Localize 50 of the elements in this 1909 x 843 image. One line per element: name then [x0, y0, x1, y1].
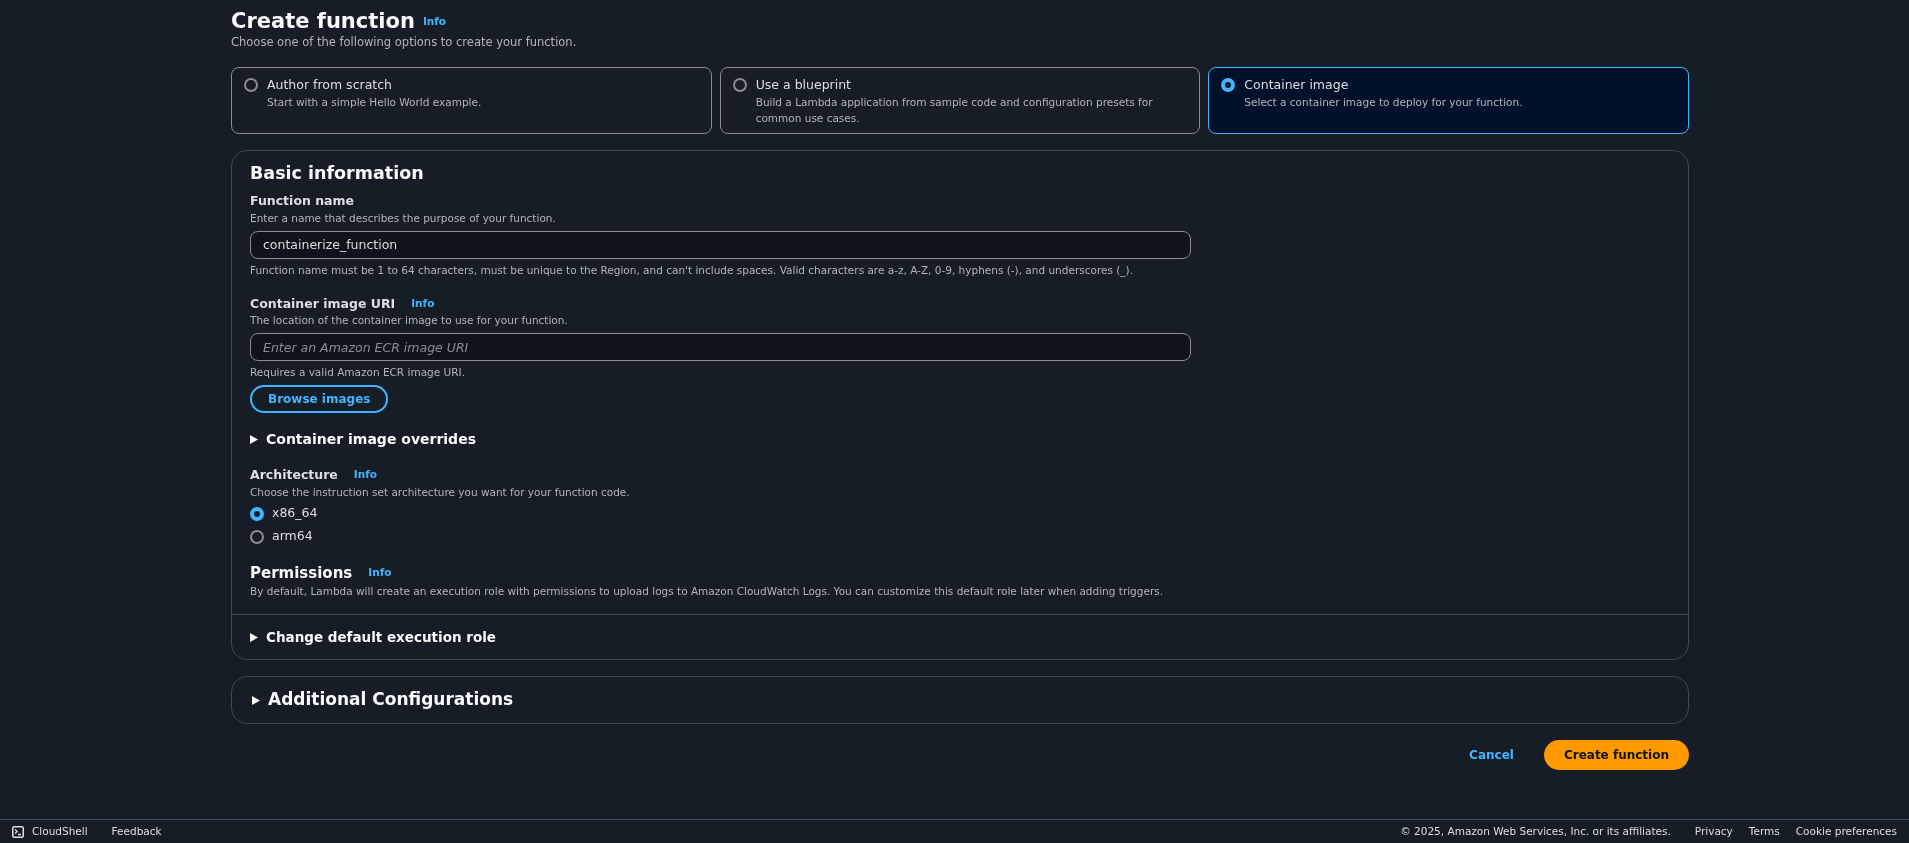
option-card[interactable]: Container image Select a container image to deploy for your function.: [1208, 67, 1689, 135]
option-title: Container image: [1244, 76, 1350, 95]
radio-label: arm64: [272, 527, 313, 546]
section-title: Basic information: [250, 163, 425, 185]
terminal-icon: [12, 825, 24, 838]
expander-label: Additional Configurations: [268, 688, 514, 712]
feedback-link[interactable]: Feedback: [111, 823, 162, 840]
section-description: By default, Lambda will create an execution role with permissions to upload logs to Amazon CloudWatch Logs. You can customize this default role later when adding triggers.: [250, 584, 1165, 600]
info-link[interactable]: Info: [422, 13, 447, 30]
expander-label[interactable]: Change default execution role: [266, 627, 496, 648]
copyright-text: © 2025, Amazon Web Services, Inc. or its affiliates.: [1400, 823, 1671, 839]
section-title: Permissions: [250, 562, 353, 584]
option-description: Select a container image to deploy for your function.: [1244, 95, 1523, 111]
page-title: Create function: [231, 9, 415, 35]
input-field[interactable]: Enter an Amazon ECR image URI: [250, 333, 1191, 362]
option-title: Author from scratch: [267, 76, 393, 95]
info-link[interactable]: Info: [353, 467, 377, 484]
field-description: Enter a name that describes the purpose of your function.: [250, 211, 557, 227]
field-label: Container image URI: [250, 294, 396, 313]
option-title: Use a blueprint: [755, 76, 853, 95]
cloudshell-link[interactable]: CloudShell: [12, 823, 88, 840]
option-card[interactable]: Use a blueprint Build a Lambda application from sample code and configuration presets for common use cases.: [719, 67, 1201, 135]
option-card[interactable]: Author from scratch Start with a simple Hello World example.: [231, 67, 712, 135]
option-description: Build a Lambda application from sample code and configuration presets for common use cases.: [755, 95, 1154, 126]
cancel-button[interactable]: Cancel: [1463, 744, 1520, 765]
radio-button[interactable]: [250, 529, 264, 544]
field-label: Function name: [250, 192, 356, 211]
link-label: CloudShell: [32, 823, 88, 839]
field-constraint: Function name must be 1 to 64 characters, must be unique to the Region, and can't include spaces. Valid characters are a-z, A-Z, 0-9, hyphens (-), and underscores (_).: [250, 262, 1134, 279]
footer-link[interactable]: Privacy: [1694, 823, 1733, 840]
expander-panel[interactable]: Additional Configurations: [231, 676, 1689, 724]
info-link[interactable]: Info: [411, 296, 435, 312]
radio-button[interactable]: [244, 78, 258, 93]
expander-label[interactable]: Container image overrides: [266, 428, 476, 450]
browse-button[interactable]: Browse images: [250, 384, 389, 413]
create-function-button[interactable]: Create function: [1543, 739, 1689, 770]
page-description: Choose one of the following options to create your function.: [231, 34, 578, 52]
radio-button[interactable]: [250, 506, 264, 521]
field-constraint: Requires a valid Amazon ECR image URI.: [250, 365, 466, 381]
footer-link[interactable]: Terms: [1748, 823, 1780, 840]
field-label: Architecture: [250, 465, 338, 484]
radio-button[interactable]: [1221, 78, 1236, 93]
info-link[interactable]: Info: [368, 565, 392, 582]
radio-button[interactable]: [732, 78, 747, 93]
option-description: Start with a simple Hello World example.: [267, 95, 482, 111]
radio-label: x86_64: [272, 504, 318, 523]
field-description: Choose the instruction set architecture you want for your function code.: [250, 484, 631, 500]
field-description: The location of the container image to use for your function.: [250, 313, 569, 329]
input-field[interactable]: containerize_function: [250, 230, 1191, 259]
footer-link[interactable]: Cookie preferences: [1795, 823, 1897, 840]
